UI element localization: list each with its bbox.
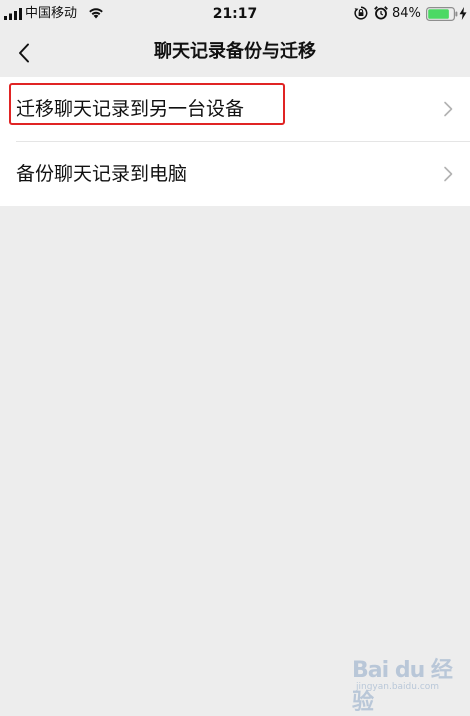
alarm-icon xyxy=(374,6,388,20)
list-item-label: 迁移聊天记录到另一台设备 xyxy=(16,98,245,120)
list-item-backup-to-computer[interactable]: 备份聊天记录到电脑 xyxy=(0,142,470,206)
rotation-lock-icon xyxy=(354,6,368,20)
charging-icon xyxy=(459,7,467,20)
list-item-migrate-to-device[interactable]: 迁移聊天记录到另一台设备 xyxy=(0,77,470,141)
page-title: 聊天记录备份与迁移 xyxy=(154,41,316,62)
navigation-bar: 聊天记录备份与迁移 xyxy=(0,30,470,76)
chevron-right-icon xyxy=(444,166,453,182)
battery-icon xyxy=(426,7,458,21)
chevron-right-icon xyxy=(444,101,453,117)
battery-percent: 84% xyxy=(392,6,421,21)
baidu-jingyan-watermark: Bai du 经验 jingyan.baidu.com xyxy=(352,648,462,715)
watermark-subtext: jingyan.baidu.com xyxy=(356,682,440,692)
settings-list: 迁移聊天记录到另一台设备 备份聊天记录到电脑 xyxy=(0,77,470,206)
status-bar: 中国移动 21:17 84% xyxy=(0,0,470,30)
list-item-label: 备份聊天记录到电脑 xyxy=(16,163,188,185)
